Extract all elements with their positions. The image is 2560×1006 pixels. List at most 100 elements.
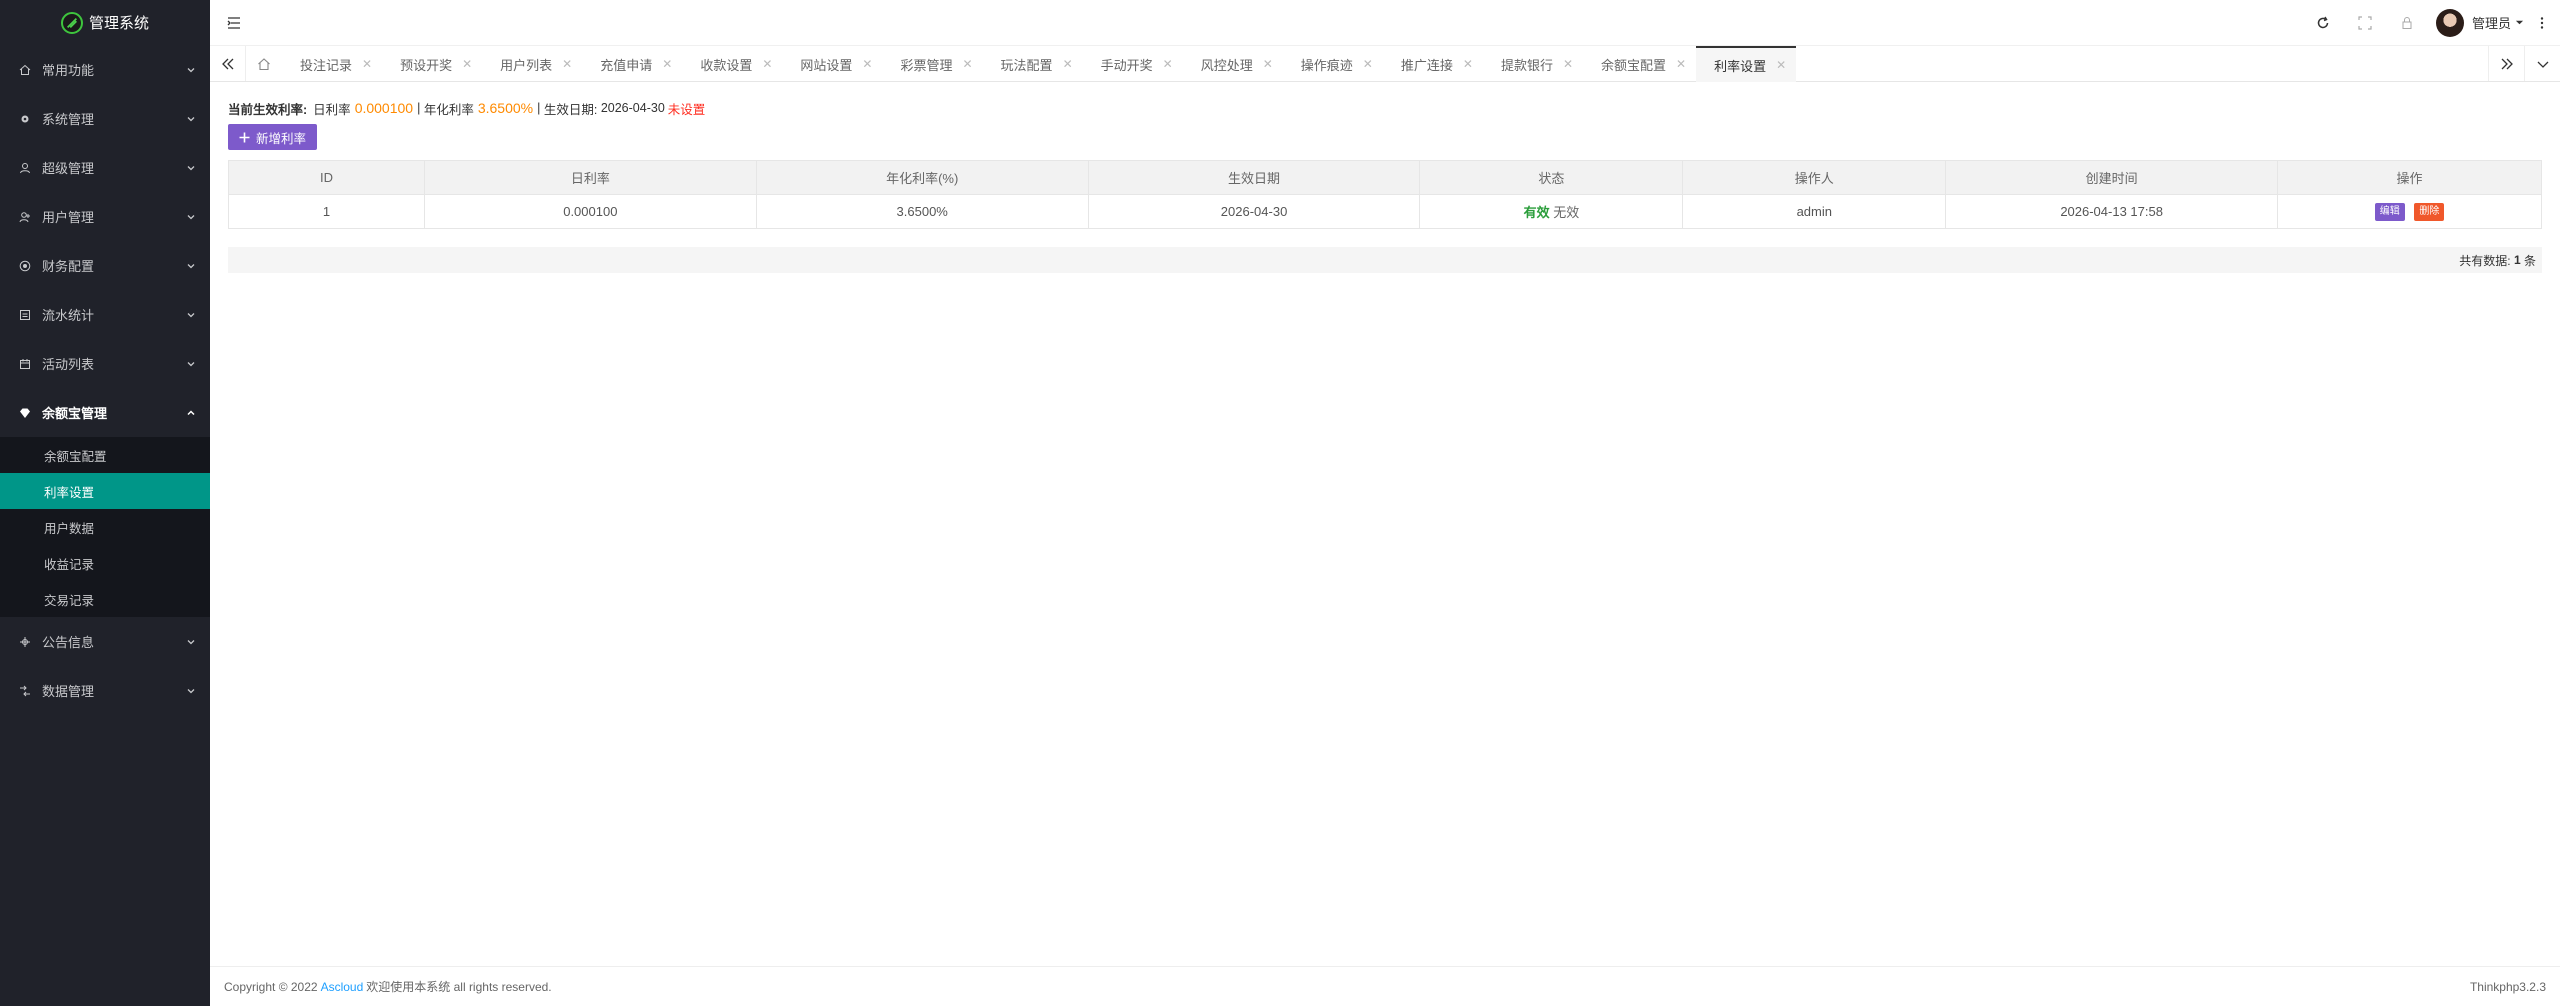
sidebar-subitem-user-data[interactable]: 用户数据 <box>0 509 210 545</box>
tab-recharge[interactable]: 充值申请 ✕ <box>582 46 682 82</box>
column-header[interactable]: 日利率 <box>423 160 757 195</box>
sidebar-subitem-rate-settings[interactable]: 利率设置 <box>0 473 210 509</box>
fullscreen-button[interactable] <box>2344 0 2386 45</box>
sidebar-item-common[interactable]: 常用功能 <box>0 45 210 94</box>
tab-bet-records[interactable]: 投注记录 ✕ <box>282 46 382 82</box>
tab-label: 操作痕迹 <box>1300 57 1353 73</box>
sidebar-item-notices[interactable]: 公告信息 <box>0 617 210 666</box>
column-header[interactable]: 操作人 <box>1682 160 1947 195</box>
tab-label: 玩法配置 <box>1000 57 1053 73</box>
close-icon[interactable]: ✕ <box>1676 57 1686 71</box>
tabs-dropdown-button[interactable] <box>2524 46 2560 81</box>
tab-label: 收款设置 <box>700 57 753 73</box>
more-vertical-icon <box>2540 16 2544 29</box>
chevron-down-icon <box>187 214 195 219</box>
menu-toggle-icon[interactable] <box>226 15 242 31</box>
edit-button[interactable]: 编辑 <box>2374 203 2405 221</box>
tab-operation-log[interactable]: 操作痕迹 ✕ <box>1283 46 1383 82</box>
chevron-down-icon <box>2537 61 2548 68</box>
sidebar-item-label: 公告信息 <box>42 635 95 650</box>
sidebar-subitem-yuebao-config[interactable]: 余额宝配置 <box>0 437 210 473</box>
tabs-list: 投注记录 ✕ 预设开奖 ✕ 用户列表 ✕ 充值申请 ✕ 收款设置 ✕ 网站设置 ✕ 彩票管理… <box>282 46 1797 82</box>
add-rate-button[interactable]: 新增利率 <box>228 124 318 150</box>
close-icon[interactable]: ✕ <box>1063 57 1073 71</box>
tabs-scroll-right-button[interactable] <box>2488 46 2524 81</box>
logo[interactable]: 管理系统 <box>0 0 210 45</box>
sidebar-item-system[interactable]: 系统管理 <box>0 94 210 143</box>
tab-user-list[interactable]: 用户列表 ✕ <box>482 46 582 82</box>
cell-effective-date: 2026-04-30 <box>1087 194 1421 229</box>
daily-rate-value: 0.000100 <box>354 100 414 116</box>
more-button[interactable] <box>2524 0 2560 45</box>
tab-payment-settings[interactable]: 收款设置 ✕ <box>682 46 782 82</box>
close-icon[interactable]: ✕ <box>462 57 472 71</box>
sidebar-subitem-transactions[interactable]: 交易记录 <box>0 581 210 617</box>
tab-home[interactable] <box>246 46 282 81</box>
tab-site-settings[interactable]: 网站设置 ✕ <box>782 46 882 82</box>
tab-rate-settings[interactable]: 利率设置 ✕ <box>1696 46 1797 82</box>
status-invalid[interactable]: 无效 <box>1553 205 1579 220</box>
column-header[interactable]: 年化利率(%) <box>755 160 1089 195</box>
sidebar-item-users[interactable]: 用户管理 <box>0 192 210 241</box>
footer-link[interactable]: Ascloud <box>321 980 364 994</box>
close-icon[interactable]: ✕ <box>862 57 872 71</box>
close-icon[interactable]: ✕ <box>1263 57 1273 71</box>
sidebar-item-stats[interactable]: 流水统计 <box>0 290 210 339</box>
diamond-icon <box>18 406 32 420</box>
tab-play-config[interactable]: 玩法配置 ✕ <box>983 46 1083 82</box>
close-icon[interactable]: ✕ <box>562 57 572 71</box>
sidebar-item-activities[interactable]: 活动列表 <box>0 339 210 388</box>
close-icon[interactable]: ✕ <box>1563 57 1573 71</box>
calendar-icon <box>18 357 32 371</box>
tabs-bar: 投注记录 ✕ 预设开奖 ✕ 用户列表 ✕ 充值申请 ✕ 收款设置 ✕ 网站设置 ✕ 彩票管理… <box>210 45 2560 82</box>
close-icon[interactable]: ✕ <box>762 57 772 71</box>
sidebar-item-label: 活动列表 <box>42 357 95 372</box>
close-icon[interactable]: ✕ <box>362 57 372 71</box>
chevron-up-icon <box>187 409 195 415</box>
tab-label: 投注记录 <box>300 57 353 73</box>
close-icon[interactable]: ✕ <box>662 57 672 71</box>
column-header[interactable]: 状态 <box>1419 160 1684 195</box>
close-icon[interactable]: ✕ <box>1163 57 1173 71</box>
column-header[interactable]: ID <box>228 160 425 195</box>
avatar[interactable] <box>2435 8 2464 37</box>
close-icon[interactable]: ✕ <box>1363 57 1373 71</box>
tab-withdraw-banks[interactable]: 提款银行 ✕ <box>1483 46 1583 82</box>
column-header[interactable]: 操作 <box>2277 160 2542 195</box>
sidebar-item-label: 财务配置 <box>42 259 95 274</box>
sidebar-item-label: 余额宝管理 <box>42 406 108 421</box>
refresh-button[interactable] <box>2302 0 2344 45</box>
close-icon[interactable]: ✕ <box>1776 58 1786 72</box>
column-header[interactable]: 创建时间 <box>1945 160 2279 195</box>
double-chevron-left-icon <box>221 58 233 69</box>
tab-manual-draw[interactable]: 手动开奖 ✕ <box>1083 46 1183 82</box>
tab-label: 预设开奖 <box>400 57 453 73</box>
tab-label: 余额宝配置 <box>1601 57 1667 73</box>
tab-promo-links[interactable]: 推广连接 ✕ <box>1383 46 1483 82</box>
home-icon <box>258 57 270 70</box>
column-header[interactable]: 生效日期 <box>1087 160 1421 195</box>
close-icon[interactable]: ✕ <box>1463 57 1473 71</box>
sidebar-item-finance[interactable]: 财务配置 <box>0 241 210 290</box>
tabs-scroll-left-button[interactable] <box>210 46 246 81</box>
tab-lottery-manage[interactable]: 彩票管理 ✕ <box>882 46 982 82</box>
main-content: 当前生效利率: 日利率 0.000100 | 年化利率 3.6500% | 生效… <box>210 82 2560 966</box>
status-valid[interactable]: 有效 <box>1524 205 1550 220</box>
app-title: 管理系统 <box>88 15 149 32</box>
tab-risk-control[interactable]: 风控处理 ✕ <box>1183 46 1283 82</box>
user-menu[interactable]: 管理员 <box>2472 13 2524 32</box>
lock-button[interactable] <box>2386 0 2428 45</box>
user-icon <box>18 161 32 175</box>
delete-button[interactable]: 删除 <box>2414 203 2445 221</box>
sidebar-subitem-earnings[interactable]: 收益记录 <box>0 545 210 581</box>
tab-yuebao-config[interactable]: 余额宝配置 ✕ <box>1583 46 1696 82</box>
tab-preset-draw[interactable]: 预设开奖 ✕ <box>382 46 482 82</box>
chevron-down-icon <box>187 361 195 366</box>
copyright: Copyright © 2022 <box>224 979 318 994</box>
sidebar-item-yuebao[interactable]: 余额宝管理 <box>0 388 210 437</box>
close-icon[interactable]: ✕ <box>962 57 972 71</box>
current-rate-label: 当前生效利率: <box>228 102 308 117</box>
refresh-icon <box>2317 16 2329 28</box>
sidebar-item-super[interactable]: 超级管理 <box>0 143 210 192</box>
sidebar-item-data[interactable]: 数据管理 <box>0 666 210 715</box>
